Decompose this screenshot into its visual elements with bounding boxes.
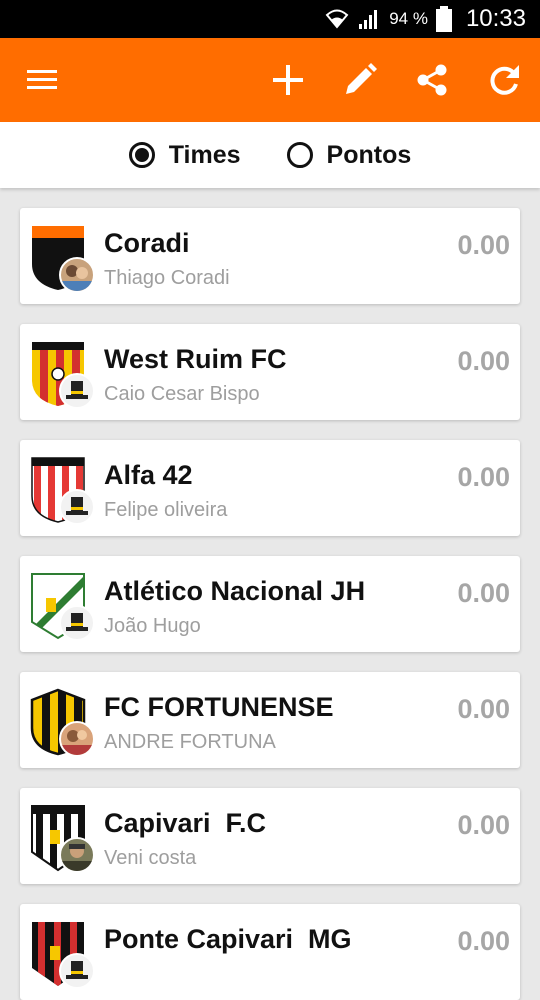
owner-name: Veni costa [104,847,197,869]
team-name: Alfa 42 [104,460,193,490]
wifi-icon [325,9,349,29]
team-name: Coradi [104,228,190,258]
team-card[interactable]: FC FORTUNENSE ANDRE FORTUNA 0.00 [20,672,520,768]
avatar [59,489,95,525]
team-name: West Ruim FC [104,344,287,374]
top-hat-icon [66,613,88,631]
radio-unselected-icon[interactable] [286,142,313,168]
top-hat-icon [66,961,88,979]
owner-name: Felipe oliveira [104,499,228,521]
avatar [59,953,95,989]
radio-pontos[interactable]: Pontos [286,140,412,170]
team-card[interactable]: Ponte Capivari MG 0.00 [20,904,520,1000]
radio-times-label: Times [168,140,241,169]
avatar [59,837,95,873]
team-points: 0.00 [457,810,510,840]
team-name: Ponte Capivari MG [104,924,352,954]
edit-icon[interactable] [342,62,378,98]
menu-icon[interactable] [24,65,60,95]
owner-name: Caio Cesar Bispo [104,383,260,405]
avatar [59,605,95,641]
team-points: 0.00 [457,230,510,260]
team-name: FC FORTUNENSE [104,692,334,722]
team-name: Capivari F.C [104,808,267,838]
team-points: 0.00 [457,462,510,492]
team-points: 0.00 [457,694,510,724]
battery-percent: 94 % [389,9,428,28]
team-points: 0.00 [457,346,510,376]
signal-icon [359,10,378,29]
battery-icon [435,6,452,32]
owner-name: João Hugo [104,615,201,637]
radio-selected-icon[interactable] [128,142,155,168]
status-bar: 94 % 10:33 [0,0,540,38]
team-card[interactable]: West Ruim FC Caio Cesar Bispo 0.00 [20,324,520,420]
team-card[interactable]: Atlético Nacional JH João Hugo 0.00 [20,556,520,652]
add-icon[interactable] [270,62,306,98]
avatar [59,373,95,409]
refresh-icon[interactable] [486,62,522,98]
avatar [59,257,95,293]
radio-pontos-label: Pontos [326,140,412,169]
share-icon[interactable] [414,62,450,98]
team-list: Coradi Thiago Coradi 0.00 West Ruim FC C… [0,188,540,1000]
view-toggle: Times Pontos [0,122,540,188]
team-card[interactable]: Coradi Thiago Coradi 0.00 [20,208,520,304]
owner-name: ANDRE FORTUNA [104,731,276,753]
team-points: 0.00 [457,578,510,608]
top-hat-icon [66,497,88,515]
avatar [59,721,95,757]
team-card[interactable]: Alfa 42 Felipe oliveira 0.00 [20,440,520,536]
owner-name: Thiago Coradi [104,267,230,289]
team-points: 0.00 [457,926,510,956]
top-hat-icon [66,381,88,399]
team-card[interactable]: Capivari F.C Veni costa 0.00 [20,788,520,884]
team-name: Atlético Nacional JH [104,576,366,606]
app-bar [0,38,540,122]
clock: 10:33 [465,5,526,32]
radio-times[interactable]: Times [128,140,241,170]
